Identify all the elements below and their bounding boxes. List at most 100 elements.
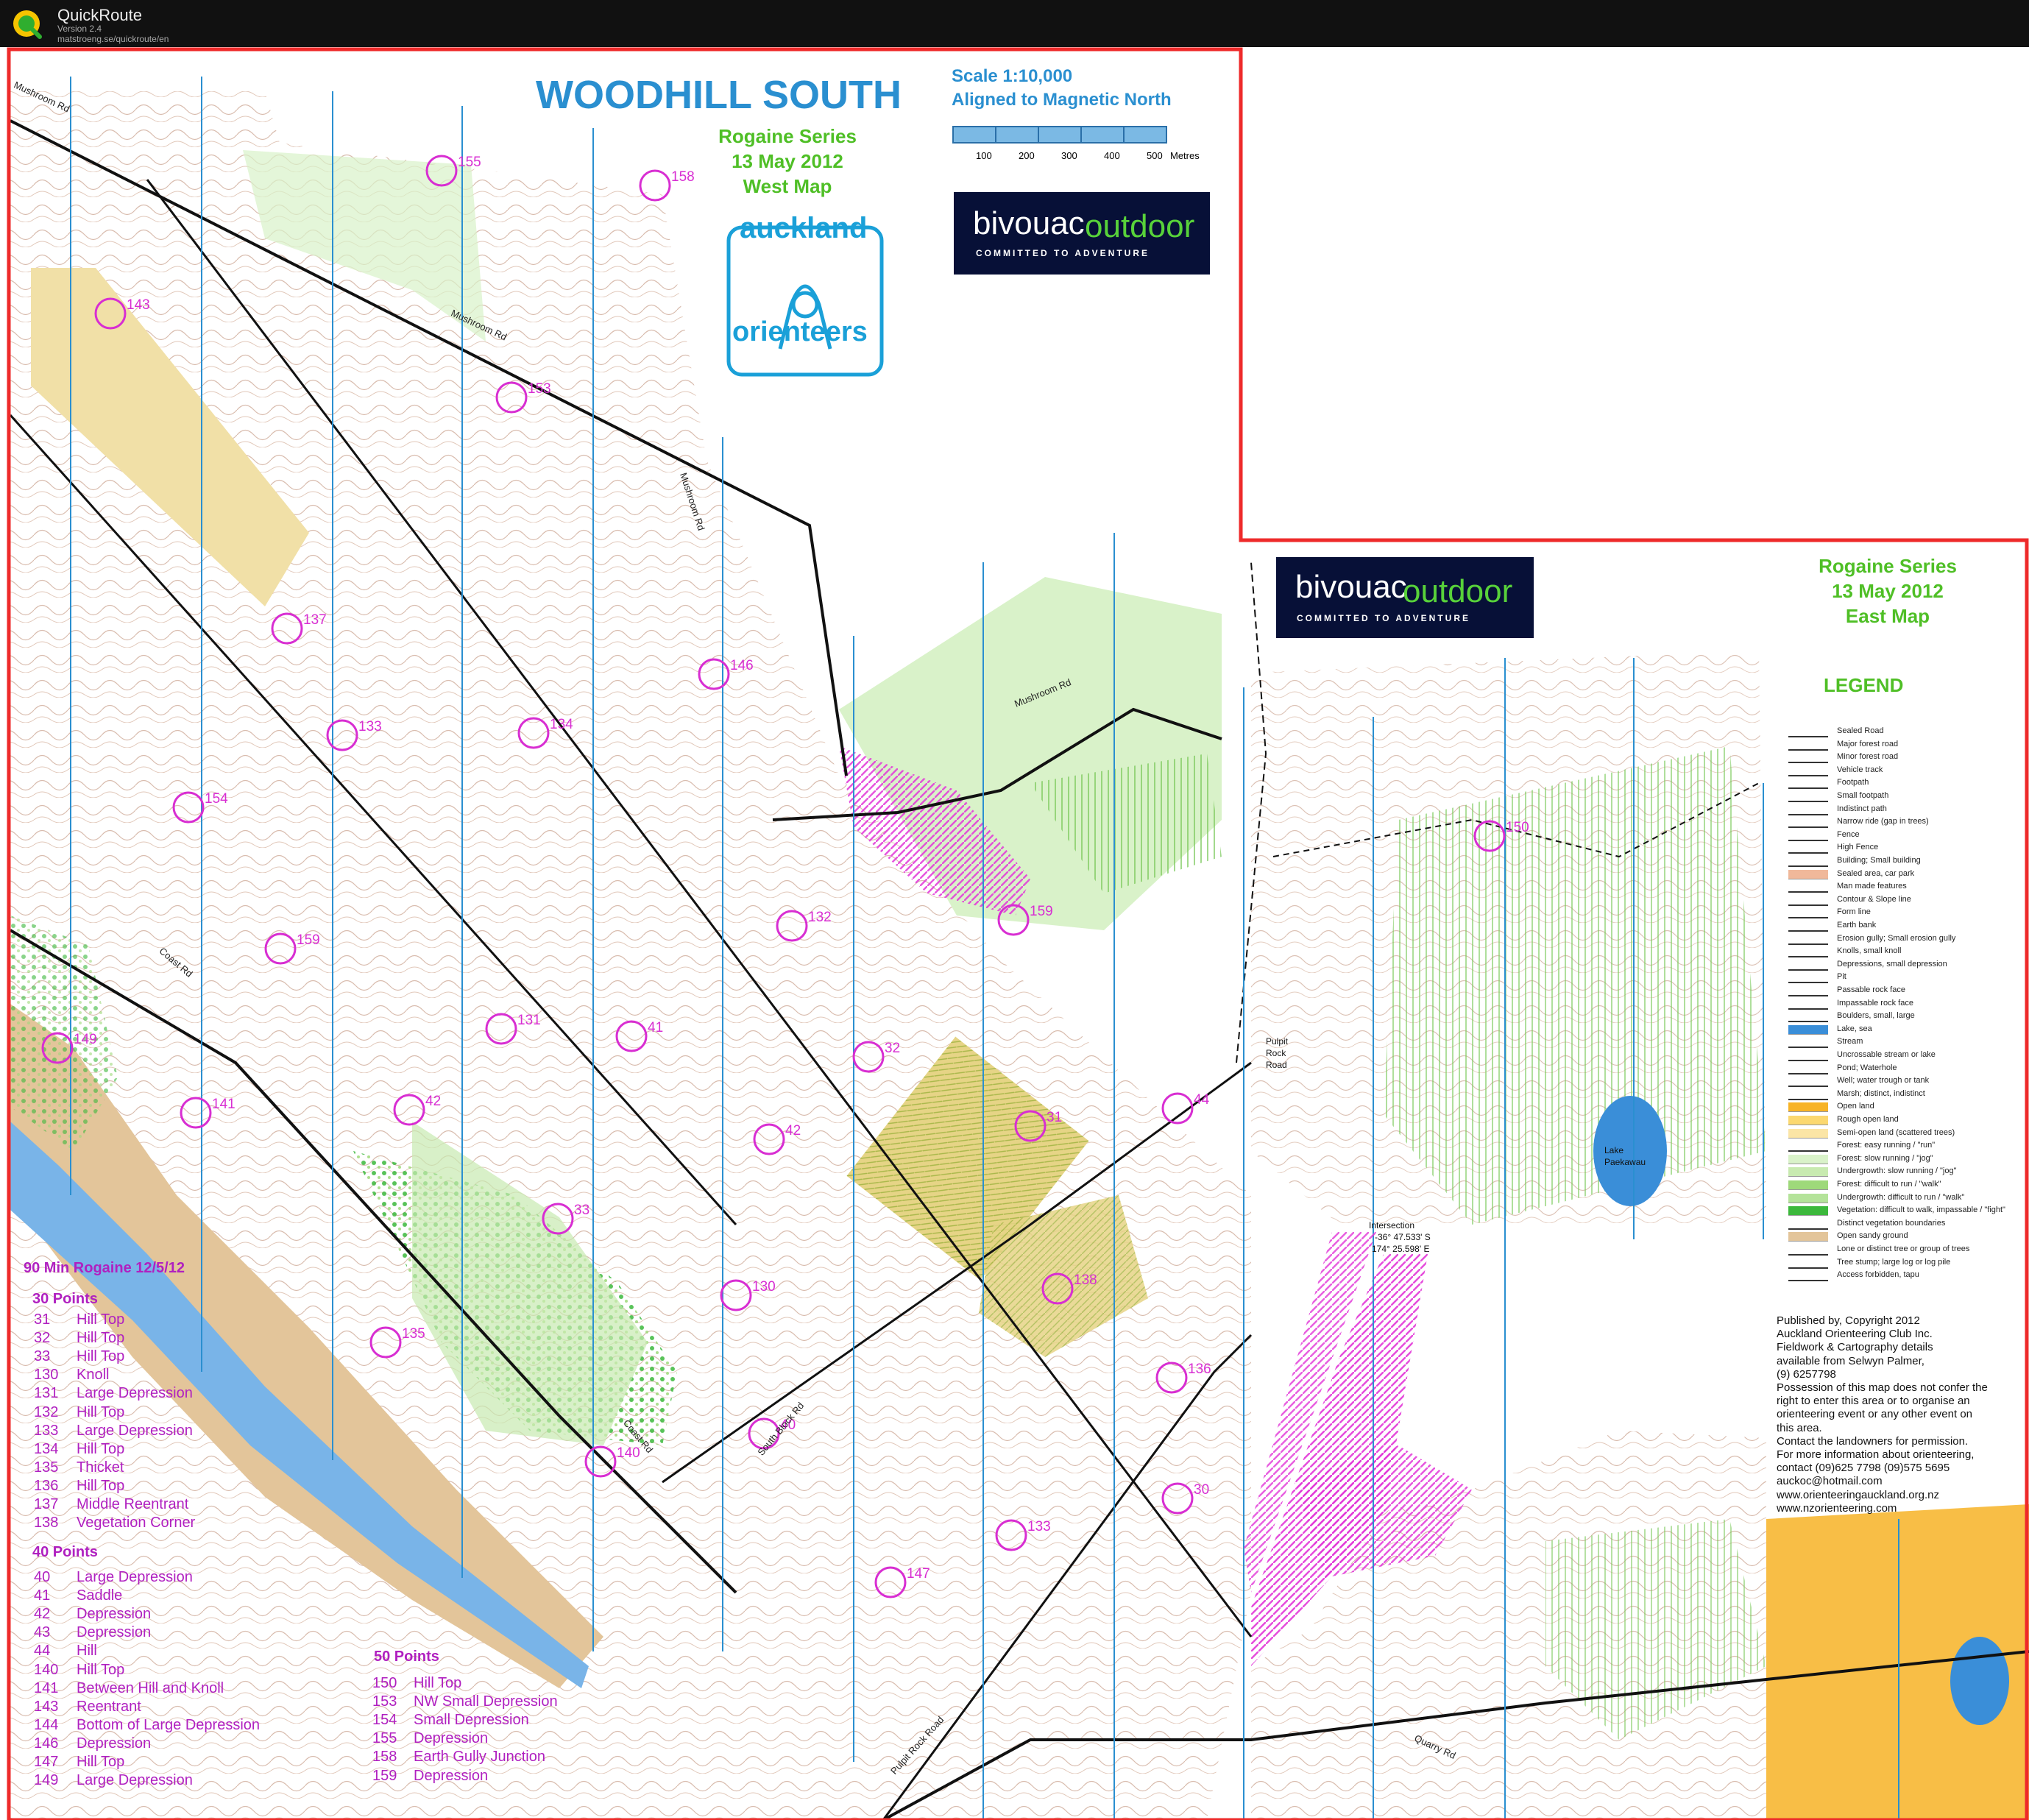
legend-symbol bbox=[1788, 1245, 1828, 1256]
legend-label: Distinct vegetation boundaries bbox=[1837, 1218, 1946, 1228]
control-code: 143 bbox=[34, 1698, 59, 1715]
legend-label: Passable rock face bbox=[1837, 985, 1905, 994]
scale-tick-100: 100 bbox=[976, 150, 992, 161]
legend-symbol bbox=[1788, 1154, 1828, 1164]
control-code: 44 bbox=[34, 1643, 51, 1660]
sponsor-word-1: bivouac bbox=[973, 205, 1085, 241]
legend-symbol bbox=[1788, 869, 1828, 879]
control-description: Large Depression bbox=[77, 1422, 193, 1439]
control-code: 133 bbox=[34, 1422, 59, 1439]
control-description: Small Depression bbox=[414, 1712, 529, 1729]
control-description: Large Depression bbox=[77, 1569, 193, 1585]
legend-symbol bbox=[1788, 999, 1828, 1010]
control-number: 147 bbox=[907, 1566, 930, 1582]
app-name: QuickRoute bbox=[57, 6, 142, 24]
orienteering-map[interactable]: 158155143153146137134133154150132159131 4… bbox=[0, 47, 2029, 1820]
map-viewport[interactable]: 158 155 143 153 146 137 134 133 154 150 132 159 131 4… bbox=[0, 47, 2029, 1820]
publisher-line: Published by, Copyright 2012 bbox=[1777, 1314, 1920, 1327]
publisher-line: right to enter this area or to organise … bbox=[1777, 1395, 1970, 1408]
quickroute-logo-icon bbox=[13, 10, 42, 39]
west-map-line-1: Rogaine Series bbox=[718, 125, 857, 147]
scale-label: Scale 1:10,000 bbox=[952, 66, 1073, 86]
control-description: Hill Top bbox=[77, 1330, 125, 1347]
control-code: 159 bbox=[372, 1767, 397, 1784]
app-version: Version 2.4 bbox=[57, 24, 102, 34]
sponsor-banner-east: bivouac outdoor COMMITTED TO ADVENTURE bbox=[1276, 557, 1534, 638]
publisher-line: www.orienteeringauckland.org.nz bbox=[1777, 1488, 1939, 1501]
publisher-line: this area. bbox=[1777, 1421, 1822, 1434]
rogaine-title: 90 Min Rogaine 12/5/12 bbox=[24, 1260, 185, 1276]
control-code: 41 bbox=[34, 1587, 51, 1604]
control-number: 41 bbox=[648, 1020, 663, 1035]
legend-symbol bbox=[1788, 792, 1828, 802]
sponsor-tagline: COMMITTED TO ADVENTURE bbox=[976, 248, 1150, 258]
points-group-heading: 40 Points bbox=[32, 1544, 98, 1560]
legend-label: Undergrowth: difficult to run / "walk" bbox=[1837, 1192, 1965, 1202]
legend-symbol bbox=[1788, 882, 1828, 893]
scale-unit: Metres bbox=[1170, 150, 1200, 161]
control-code: 134 bbox=[34, 1440, 59, 1457]
control-description: Large Depression bbox=[77, 1772, 193, 1789]
points-group-heading: 30 Points bbox=[32, 1291, 98, 1307]
control-description: Saddle bbox=[77, 1587, 123, 1604]
legend-label: Tree stump; large log or log pile bbox=[1837, 1257, 1951, 1267]
title-bar: QuickRoute Version 2.4 matstroeng.se/qui… bbox=[0, 0, 2029, 47]
legend-label: Stream bbox=[1837, 1037, 1863, 1047]
publisher-line: For more information about orienteering, bbox=[1777, 1448, 1975, 1461]
club-logo bbox=[726, 225, 884, 377]
control-code: 147 bbox=[34, 1754, 59, 1770]
legend-symbol bbox=[1788, 1232, 1828, 1242]
club-logo-word-1: auckland bbox=[740, 212, 868, 244]
legend-symbol bbox=[1788, 1193, 1828, 1203]
control-number: 137 bbox=[303, 612, 327, 628]
control-description: NW Small Depression bbox=[414, 1693, 558, 1710]
control-code: 137 bbox=[34, 1496, 59, 1512]
legend-label: Sealed Road bbox=[1837, 726, 1884, 735]
pulpit-label-2: Rock bbox=[1266, 1048, 1286, 1058]
legend-label: Knolls, small knoll bbox=[1837, 946, 1902, 956]
scale-tick-500: 500 bbox=[1147, 150, 1163, 161]
legend-label: Forest: easy running / "run" bbox=[1837, 1141, 1936, 1150]
legend-symbol bbox=[1788, 947, 1828, 958]
legend-symbol bbox=[1788, 1167, 1828, 1178]
legend-label: High Fence bbox=[1837, 843, 1879, 852]
pulpit-label-1: Pulpit bbox=[1266, 1036, 1289, 1047]
legend-symbol bbox=[1788, 1219, 1828, 1230]
legend-label: Access forbidden, tapu bbox=[1837, 1270, 1919, 1280]
control-description: Reentrant bbox=[77, 1698, 141, 1715]
control-code: 135 bbox=[34, 1459, 59, 1476]
control-number: 155 bbox=[458, 155, 481, 170]
west-map-line-2: 13 May 2012 bbox=[732, 150, 843, 172]
control-number: 136 bbox=[1188, 1362, 1211, 1377]
legend-label: Vehicle track bbox=[1837, 765, 1883, 774]
control-number: 159 bbox=[297, 932, 320, 948]
control-number: 32 bbox=[885, 1041, 900, 1056]
control-number: 33 bbox=[574, 1203, 589, 1218]
control-number: 131 bbox=[517, 1013, 541, 1028]
publisher-line: contact (09)625 7798 (09)575 5695 bbox=[1777, 1462, 1950, 1475]
legend-label: Building; Small building bbox=[1837, 856, 1921, 865]
legend-label: Well; water trough or tank bbox=[1837, 1076, 1930, 1086]
east-map-line-1: Rogaine Series bbox=[1819, 555, 1957, 577]
legend-symbol bbox=[1788, 1063, 1828, 1074]
legend-label: Boulders, small, large bbox=[1837, 1011, 1915, 1021]
legend-label: Undergrowth: slow running / "jog" bbox=[1837, 1166, 1957, 1176]
control-number: 130 bbox=[752, 1279, 776, 1295]
legend-symbol bbox=[1788, 804, 1828, 815]
control-code: 154 bbox=[372, 1712, 397, 1729]
legend-label: Rough open land bbox=[1837, 1115, 1899, 1124]
legend-symbol bbox=[1788, 1024, 1828, 1035]
app-url: matstroeng.se/quickroute/en bbox=[57, 34, 169, 44]
legend-symbol bbox=[1788, 921, 1828, 932]
control-description: Vegetation Corner bbox=[77, 1515, 196, 1532]
control-description: Depression bbox=[77, 1606, 152, 1623]
control-description: Depression bbox=[414, 1730, 489, 1747]
control-code: 33 bbox=[34, 1348, 51, 1365]
legend-symbol bbox=[1788, 1141, 1828, 1152]
control-description: Depression bbox=[77, 1735, 152, 1752]
control-code: 144 bbox=[34, 1716, 59, 1733]
legend-label: Marsh; distinct, indistinct bbox=[1837, 1088, 1925, 1098]
control-code: 149 bbox=[34, 1772, 59, 1789]
publisher-line: auckoc@hotmail.com bbox=[1777, 1475, 1883, 1488]
pulpit-label-3: Road bbox=[1266, 1060, 1287, 1070]
